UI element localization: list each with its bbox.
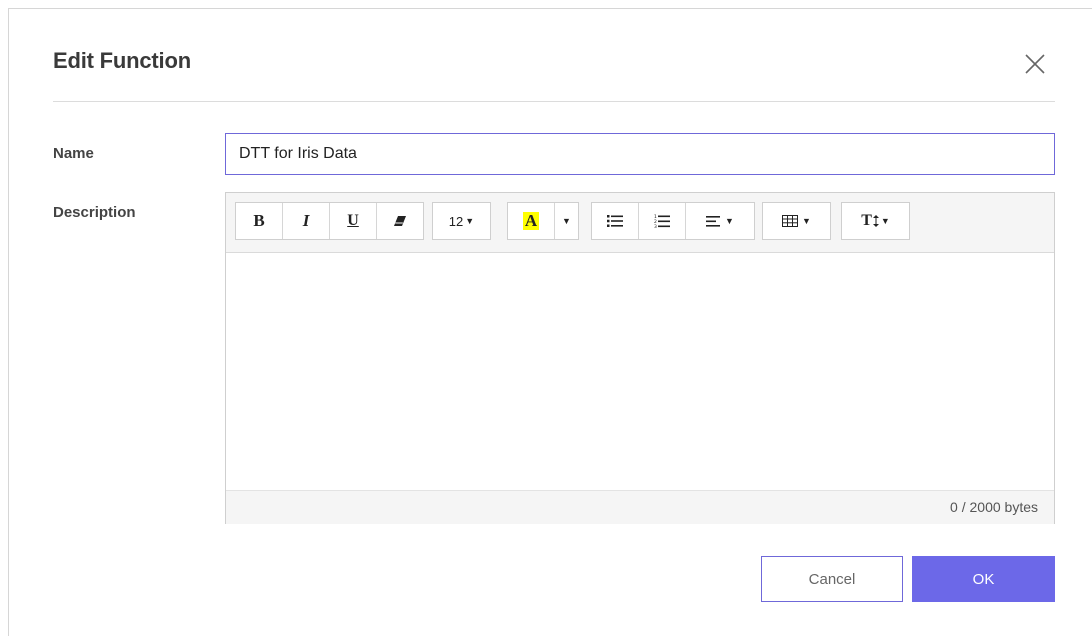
font-size-group: 12 ▼ [432, 202, 491, 240]
highlight-group: A ▼ [507, 202, 579, 240]
ordered-list-icon: 1 2 3 [654, 214, 670, 228]
highlight-color-dropdown[interactable]: ▼ [555, 203, 578, 239]
table-dropdown[interactable]: ▼ [763, 203, 830, 239]
line-height-label: T [861, 212, 872, 229]
line-height-group: T ▼ [841, 202, 910, 240]
chevron-down-icon: ▼ [880, 216, 890, 226]
edit-function-dialog: Edit Function Name Description B I U [8, 8, 1092, 636]
ordered-list-button[interactable]: 1 2 3 [639, 203, 686, 239]
description-label: Description [53, 204, 136, 221]
ok-button[interactable]: OK [912, 556, 1055, 602]
close-icon [1025, 54, 1045, 74]
chevron-down-icon: ▼ [725, 216, 734, 226]
paragraph-group: 1 2 3 ▼ [591, 202, 755, 240]
highlight-color-button[interactable]: A [508, 203, 555, 239]
byte-counter: 0 / 2000 bytes [950, 499, 1038, 515]
chevron-down-icon: ▼ [802, 216, 811, 226]
font-size-dropdown[interactable]: 12 ▼ [433, 203, 490, 239]
italic-button[interactable]: I [283, 203, 330, 239]
align-dropdown[interactable]: ▼ [686, 203, 754, 239]
eraser-icon [394, 216, 406, 226]
chevron-down-icon: ▼ [465, 216, 475, 226]
clear-format-button[interactable] [377, 203, 423, 239]
editor-status-bar: 0 / 2000 bytes [226, 490, 1054, 524]
chevron-down-icon: ▼ [562, 216, 571, 226]
line-height-icon [872, 215, 879, 227]
unordered-list-icon [607, 215, 623, 227]
close-button[interactable] [1023, 52, 1047, 76]
align-left-icon [706, 215, 721, 227]
dialog-header: Edit Function [53, 35, 1055, 102]
unordered-list-button[interactable] [592, 203, 639, 239]
svg-text:3: 3 [654, 224, 657, 228]
bold-label: B [253, 211, 265, 230]
editor-toolbar: B I U 12 ▼ A ▼ 1 2 3 ▼ ▼ T ▼ [226, 193, 1054, 253]
name-input[interactable] [225, 133, 1055, 175]
line-height-dropdown[interactable]: T ▼ [842, 203, 909, 239]
name-label: Name [53, 145, 94, 162]
underline-button[interactable]: U [330, 203, 377, 239]
font-size-value: 12 [448, 213, 464, 229]
text-style-group: B I U [235, 202, 424, 240]
table-icon [782, 215, 799, 227]
italic-label: I [302, 211, 310, 230]
cancel-button[interactable]: Cancel [761, 556, 903, 602]
underline-label: U [347, 212, 359, 229]
dialog-title: Edit Function [53, 48, 191, 73]
editor-content-area[interactable] [226, 253, 1054, 490]
table-group: ▼ [762, 202, 831, 240]
highlight-label: A [522, 211, 540, 230]
bold-button[interactable]: B [236, 203, 283, 239]
description-editor: B I U 12 ▼ A ▼ 1 2 3 ▼ ▼ T ▼ 0 / 2000 by… [225, 192, 1055, 524]
